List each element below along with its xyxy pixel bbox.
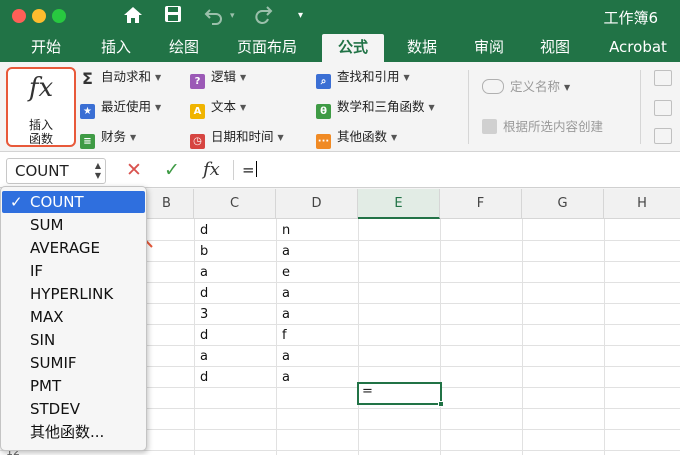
menu-item-average[interactable]: AVERAGE (2, 237, 145, 259)
menu-item-sum[interactable]: SUM (2, 214, 145, 236)
function-dropdown-menu: ✓ COUNT SUM AVERAGE IF HYPERLINK MAX SIN … (0, 186, 147, 451)
menu-item-label: COUNT (30, 193, 84, 211)
menu-item-label: AVERAGE (30, 239, 100, 257)
menu-item-stdev[interactable]: STDEV (2, 398, 145, 420)
menu-item-sin[interactable]: SIN (2, 329, 145, 351)
menu-item-label: IF (30, 262, 44, 280)
menu-item-label: SIN (30, 331, 56, 349)
menu-item-label: SUM (30, 216, 64, 234)
menu-item-label: PMT (30, 377, 62, 395)
checkmark-icon: ✓ (10, 193, 23, 211)
menu-item-label: 其他函数... (30, 423, 105, 441)
menu-item-label: SUMIF (30, 354, 77, 372)
menu-item-max[interactable]: MAX (2, 306, 145, 328)
menu-item-sumif[interactable]: SUMIF (2, 352, 145, 374)
menu-item-label: HYPERLINK (30, 285, 114, 303)
menu-item-if[interactable]: IF (2, 260, 145, 282)
menu-item-more-functions[interactable]: 其他函数... (2, 421, 145, 443)
menu-item-pmt[interactable]: PMT (2, 375, 145, 397)
menu-item-hyperlink[interactable]: HYPERLINK (2, 283, 145, 305)
menu-item-label: MAX (30, 308, 64, 326)
menu-item-count[interactable]: ✓ COUNT (2, 191, 145, 213)
menu-item-label: STDEV (30, 400, 80, 418)
